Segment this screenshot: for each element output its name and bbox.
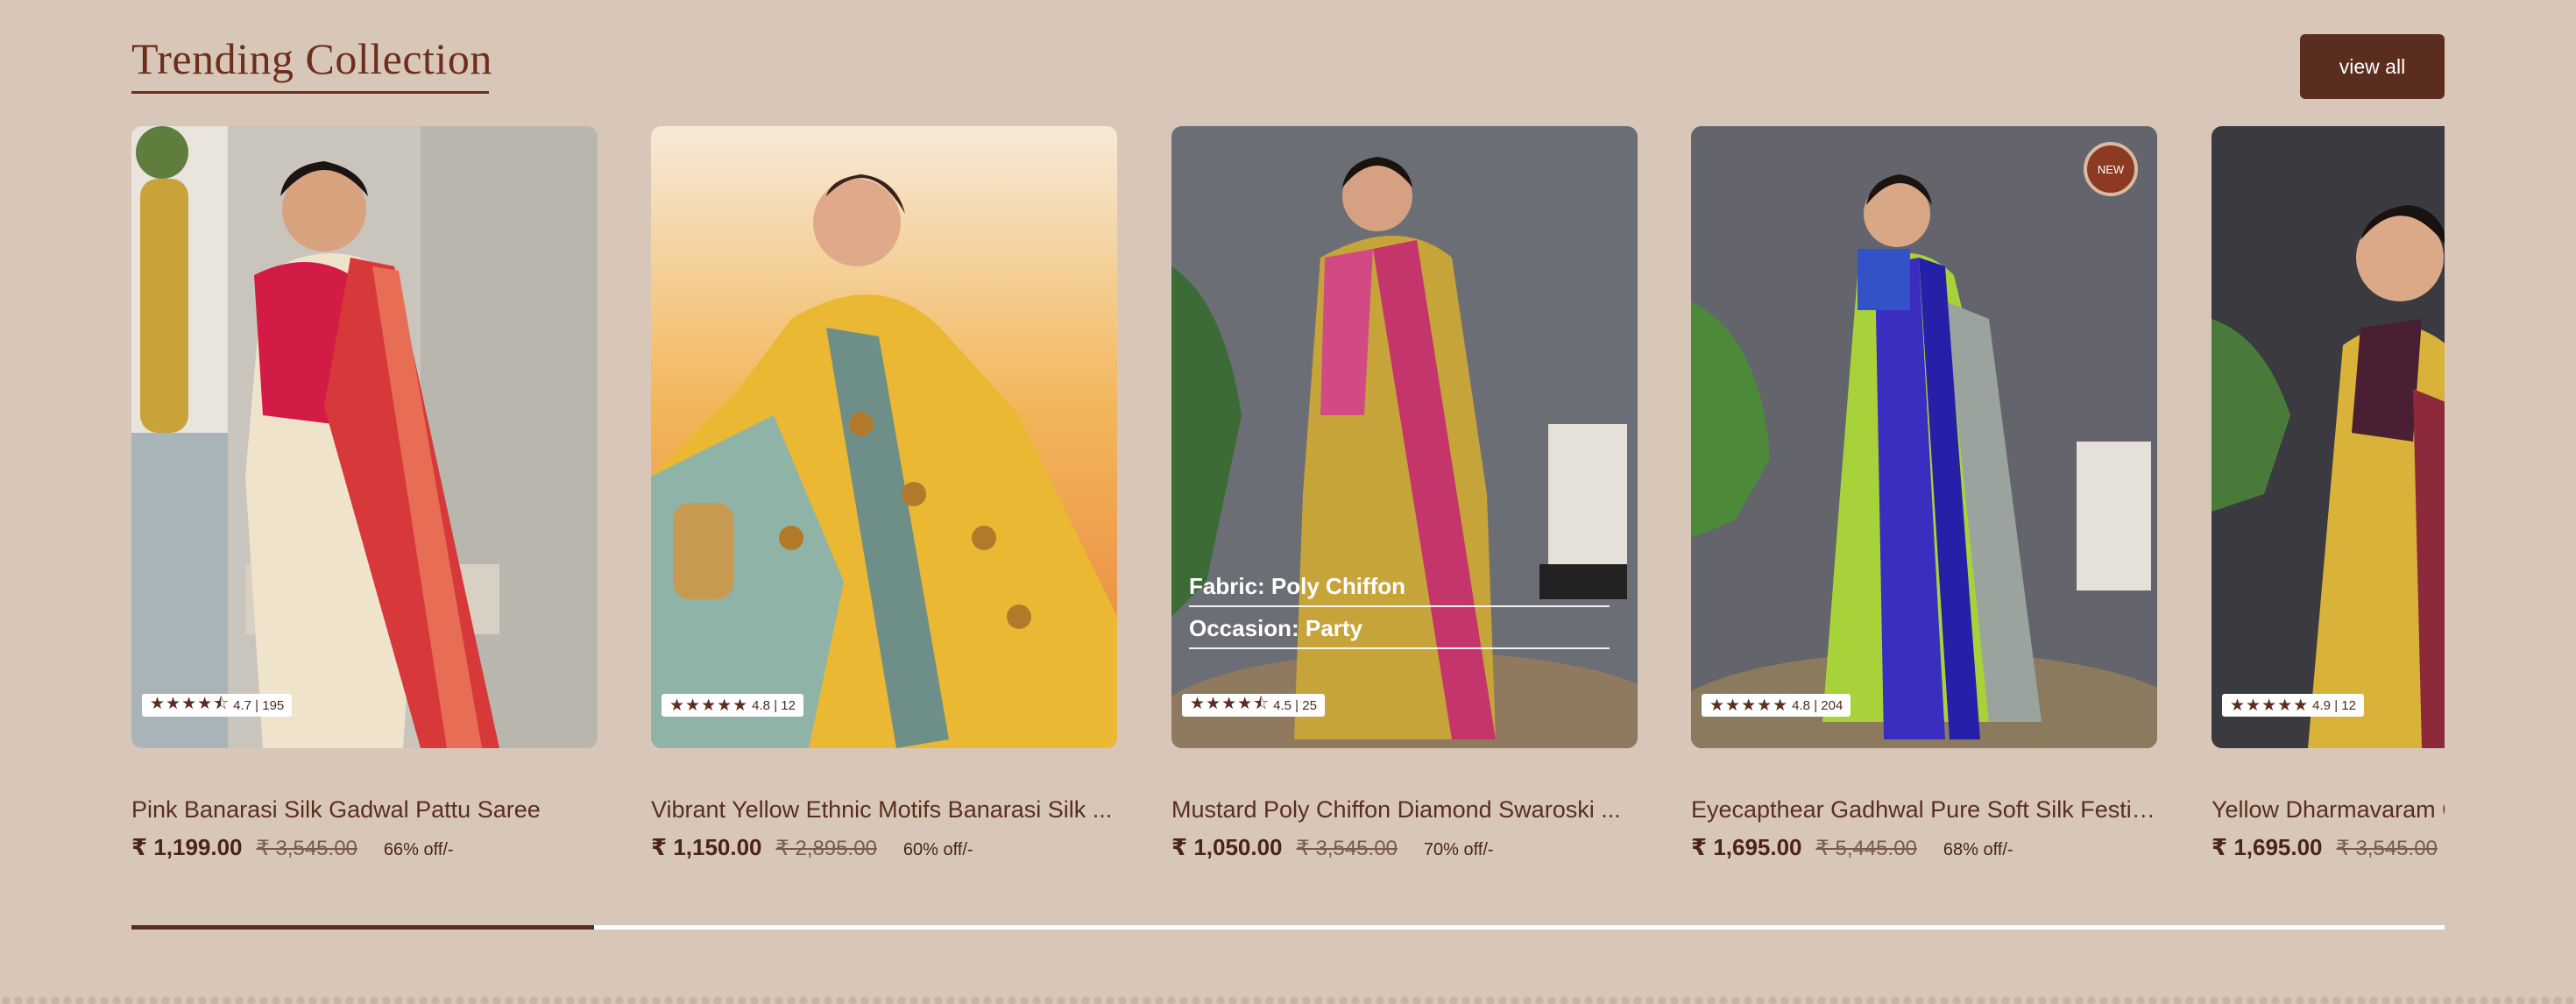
- product-title[interactable]: Pink Banarasi Silk Gadwal Pattu Saree: [131, 796, 598, 824]
- product-image[interactable]: ★★★★★ 4.9 | 12: [2212, 126, 2445, 748]
- product-title[interactable]: Eyecapthear Gadhwal Pure Soft Silk Festi…: [1691, 796, 2157, 824]
- star-rating-icon: ★★★★⯪: [1190, 694, 1270, 713]
- rating-badge: ★★★★★ 4.8 | 204: [1702, 694, 1851, 717]
- sale-price: ₹ 1,150.00: [651, 834, 762, 860]
- rating-text: 4.9 | 12: [2312, 697, 2356, 713]
- sale-price: ₹ 1,695.00: [2212, 834, 2323, 860]
- star-rating-icon: ★★★★★: [669, 696, 749, 715]
- mustard-saree-image: [1171, 126, 1638, 748]
- sale-price: ₹ 1,695.00: [1691, 834, 1802, 860]
- product-card[interactable]: NEW ★★★★★ 4.8 | 204 Eyecapthear Gadhwal …: [1691, 126, 2157, 861]
- product-card[interactable]: ★★★★★ 4.8 | 12 Vibrant Yellow Ethnic Mot…: [651, 126, 1117, 861]
- compare-price: ₹ 5,445.00: [1815, 837, 1917, 860]
- product-image[interactable]: ★★★★★ 4.8 | 12: [651, 126, 1117, 748]
- discount-label: 60% off/-: [902, 840, 973, 859]
- price-row: ₹ 1,199.00 ₹ 3,545.00 66% off/-: [131, 834, 598, 861]
- yellow-saree-image: [651, 126, 1117, 748]
- product-image[interactable]: NEW ★★★★★ 4.8 | 204: [1691, 126, 2157, 748]
- sale-price: ₹ 1,050.00: [1171, 834, 1283, 860]
- product-image[interactable]: Fabric: Poly Chiffon Occasion: Party ★★★…: [1171, 126, 1638, 748]
- title-underline: [131, 91, 489, 94]
- product-title[interactable]: Vibrant Yellow Ethnic Motifs Banarasi Si…: [651, 796, 1117, 824]
- discount-label: 66% off/-: [383, 840, 454, 859]
- product-card[interactable]: ★★★★★ 4.9 | 12 Yellow Dharmavaram C ₹ 1,…: [2212, 126, 2445, 861]
- star-rating-icon: ★★★★★: [2230, 696, 2310, 715]
- price-row: ₹ 1,150.00 ₹ 2,895.00 60% off/-: [651, 834, 1117, 861]
- price-row: ₹ 1,695.00 ₹ 5,445.00 68% off/-: [1691, 834, 2157, 861]
- carousel-scrollbar-thumb[interactable]: [131, 925, 594, 930]
- sale-price: ₹ 1,199.00: [131, 834, 243, 860]
- product-image[interactable]: ★★★★⯪ 4.7 | 195: [131, 126, 598, 748]
- yellow-dharmavaram-saree-image: [2212, 126, 2445, 748]
- new-badge: NEW: [2084, 142, 2138, 196]
- rating-text: 4.8 | 12: [752, 697, 796, 713]
- compare-price: ₹ 3,545.00: [1296, 837, 1398, 860]
- product-card[interactable]: ★★★★⯪ 4.7 | 195 Pink Banarasi Silk Gadwa…: [131, 126, 598, 861]
- fabric-overlay: Fabric: Poly Chiffon: [1189, 573, 1610, 607]
- compare-price: ₹ 2,895.00: [775, 837, 877, 860]
- price-row: ₹ 1,050.00 ₹ 3,545.00 70% off/-: [1171, 834, 1638, 861]
- rating-text: 4.5 | 25: [1273, 697, 1317, 713]
- section-title: Trending Collection: [131, 34, 492, 83]
- rating-badge: ★★★★⯪ 4.7 | 195: [142, 694, 293, 717]
- rating-badge: ★★★★★ 4.8 | 12: [662, 694, 803, 717]
- product-title[interactable]: Mustard Poly Chiffon Diamond Swaroski ..…: [1171, 796, 1638, 824]
- price-row: ₹ 1,695.00 ₹ 3,545.00: [2212, 834, 2445, 861]
- decorative-border: [0, 992, 2576, 1004]
- rating-badge: ★★★★⯪ 4.5 | 25: [1182, 694, 1325, 717]
- star-rating-icon: ★★★★⯪: [150, 694, 230, 713]
- product-card[interactable]: Fabric: Poly Chiffon Occasion: Party ★★★…: [1171, 126, 1638, 861]
- rating-badge: ★★★★★ 4.9 | 12: [2222, 694, 2364, 717]
- product-carousel[interactable]: ★★★★⯪ 4.7 | 195 Pink Banarasi Silk Gadwa…: [131, 126, 2445, 880]
- star-rating-icon: ★★★★★: [1709, 696, 1789, 715]
- carousel-scrollbar[interactable]: [131, 925, 2445, 930]
- green-blue-saree-image: [1691, 126, 2157, 748]
- occasion-overlay: Occasion: Party: [1189, 615, 1610, 649]
- rating-text: 4.7 | 195: [233, 697, 285, 713]
- rating-text: 4.8 | 204: [1792, 697, 1844, 713]
- compare-price: ₹ 3,545.00: [256, 837, 357, 860]
- product-title[interactable]: Yellow Dharmavaram C: [2212, 796, 2445, 824]
- pink-saree-image: [131, 126, 598, 748]
- discount-label: 70% off/-: [1423, 840, 1494, 859]
- discount-label: 68% off/-: [1943, 840, 2013, 859]
- view-all-button[interactable]: view all: [2300, 34, 2445, 99]
- compare-price: ₹ 3,545.00: [2336, 837, 2438, 860]
